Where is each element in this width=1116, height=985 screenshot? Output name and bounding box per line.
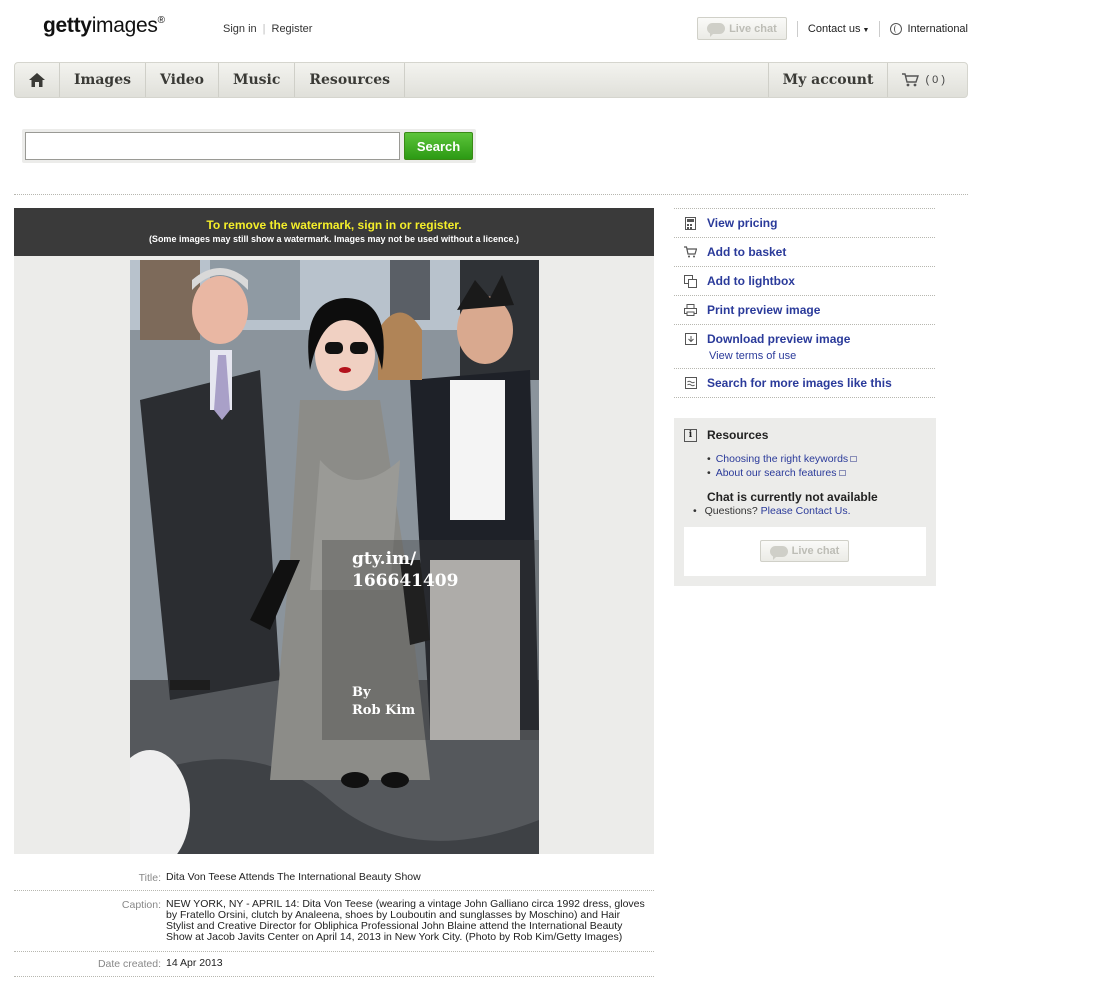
date-value: 14 Apr 2013 [166, 957, 223, 969]
download-preview-link[interactable]: Download preview image [684, 332, 850, 346]
search-features-link[interactable]: About our search features [707, 467, 857, 479]
search-input[interactable] [25, 132, 400, 160]
chat-bubble-icon [769, 545, 788, 560]
image-actions: View pricing Add to basket Add to lightb… [674, 208, 935, 398]
external-link-icon [850, 456, 858, 462]
nav-music[interactable]: Music [219, 63, 296, 97]
main-nav: Images Video Music Resources My account … [14, 62, 968, 98]
utility-bar: Live chat Contact us ▼ International [696, 17, 968, 40]
caption-label: Caption: [121, 899, 161, 911]
calculator-icon [684, 216, 697, 230]
add-to-lightbox-link[interactable]: Add to lightbox [674, 267, 935, 296]
divider [879, 20, 881, 37]
auth-links: Sign in | Register [223, 23, 312, 35]
cart-icon [684, 246, 697, 259]
nav-video[interactable]: Video [146, 63, 219, 97]
chat-bubble-icon [707, 23, 726, 37]
sign-in-link[interactable]: Sign in [223, 23, 257, 35]
chat-panel: Live chat [684, 527, 926, 576]
resources-heading: i Resources [684, 428, 768, 442]
detail-row-caption: Caption: NEW YORK, NY - APRIL 14: Dita V… [14, 891, 654, 952]
search-similar-link[interactable]: Search for more images like this [674, 369, 935, 398]
date-label: Date created: [97, 958, 161, 970]
download-icon [684, 332, 697, 345]
view-terms-link[interactable]: View terms of use [709, 350, 796, 362]
watermark-credit: By Rob Kim [352, 685, 416, 718]
info-icon: i [684, 428, 697, 442]
add-to-basket-link[interactable]: Add to basket [674, 238, 935, 267]
nav-spacer [405, 63, 769, 97]
watermark-banner: To remove the watermark, sign in or regi… [14, 208, 654, 256]
auth-separator: | [262, 23, 266, 35]
cart-icon [902, 73, 920, 87]
nav-images[interactable]: Images [60, 63, 147, 97]
banner-title[interactable]: To remove the watermark, sign in or regi… [14, 218, 654, 232]
banner-subtitle: (Some images may still show a watermark.… [148, 234, 520, 244]
questions-line: Questions? Please Contact Us. [693, 505, 851, 517]
printer-icon [684, 304, 697, 317]
detail-row-title: Title: Dita Von Teese Attends The Intern… [14, 866, 654, 891]
home-button[interactable] [15, 63, 60, 97]
home-icon [29, 73, 45, 87]
preview-photo[interactable]: gty.im/ 166641409 By Rob Kim [130, 260, 539, 854]
title-value: Dita Von Teese Attends The International… [166, 871, 421, 883]
chat-status: Chat is currently not available [707, 490, 878, 504]
lightbox-icon [684, 274, 697, 288]
external-link-icon [838, 470, 846, 476]
print-preview-link[interactable]: Print preview image [674, 296, 935, 325]
watermark-id: gty.im/ 166641409 [352, 549, 459, 591]
nav-resources[interactable]: Resources [295, 63, 406, 97]
caret-down-icon: ▼ [862, 26, 870, 34]
cart-button[interactable]: ( 0 ) [888, 63, 967, 97]
download-preview-item: Download preview image View terms of use [674, 325, 935, 369]
detail-row-date: Date created: 14 Apr 2013 [14, 952, 654, 977]
live-chat-label: Live chat [729, 22, 777, 35]
contact-us-dropdown[interactable]: Contact us ▼ [808, 23, 870, 35]
divider [796, 20, 798, 37]
search-button[interactable]: Search [404, 132, 473, 160]
getty-images-logo[interactable]: gettyimages® [43, 14, 165, 38]
search-bar: Search [22, 129, 476, 163]
international-link[interactable]: International [890, 22, 968, 35]
my-account-link[interactable]: My account [769, 63, 889, 97]
keywords-help-link[interactable]: Choosing the right keywords [707, 453, 858, 465]
photo-frame: gty.im/ 166641409 By Rob Kim [14, 256, 654, 854]
live-chat-button[interactable]: Live chat [696, 17, 787, 40]
contact-us-link[interactable]: Please Contact Us. [761, 505, 851, 517]
resources-panel: i Resources Choosing the right keywords … [674, 418, 936, 586]
similar-images-icon [684, 377, 697, 390]
globe-icon [890, 22, 903, 35]
resources-links: Choosing the right keywords About our se… [707, 453, 858, 481]
cart-count: ( 0 ) [925, 74, 945, 86]
title-label: Title: [138, 872, 161, 884]
divider-dotted [14, 194, 968, 195]
image-details: Title: Dita Von Teese Attends The Intern… [14, 866, 654, 977]
caption-value: NEW YORK, NY - APRIL 14: Dita Von Teese … [166, 898, 645, 943]
register-link[interactable]: Register [272, 23, 313, 35]
live-chat-button-disabled[interactable]: Live chat [760, 540, 849, 562]
view-pricing-link[interactable]: View pricing [674, 209, 935, 238]
